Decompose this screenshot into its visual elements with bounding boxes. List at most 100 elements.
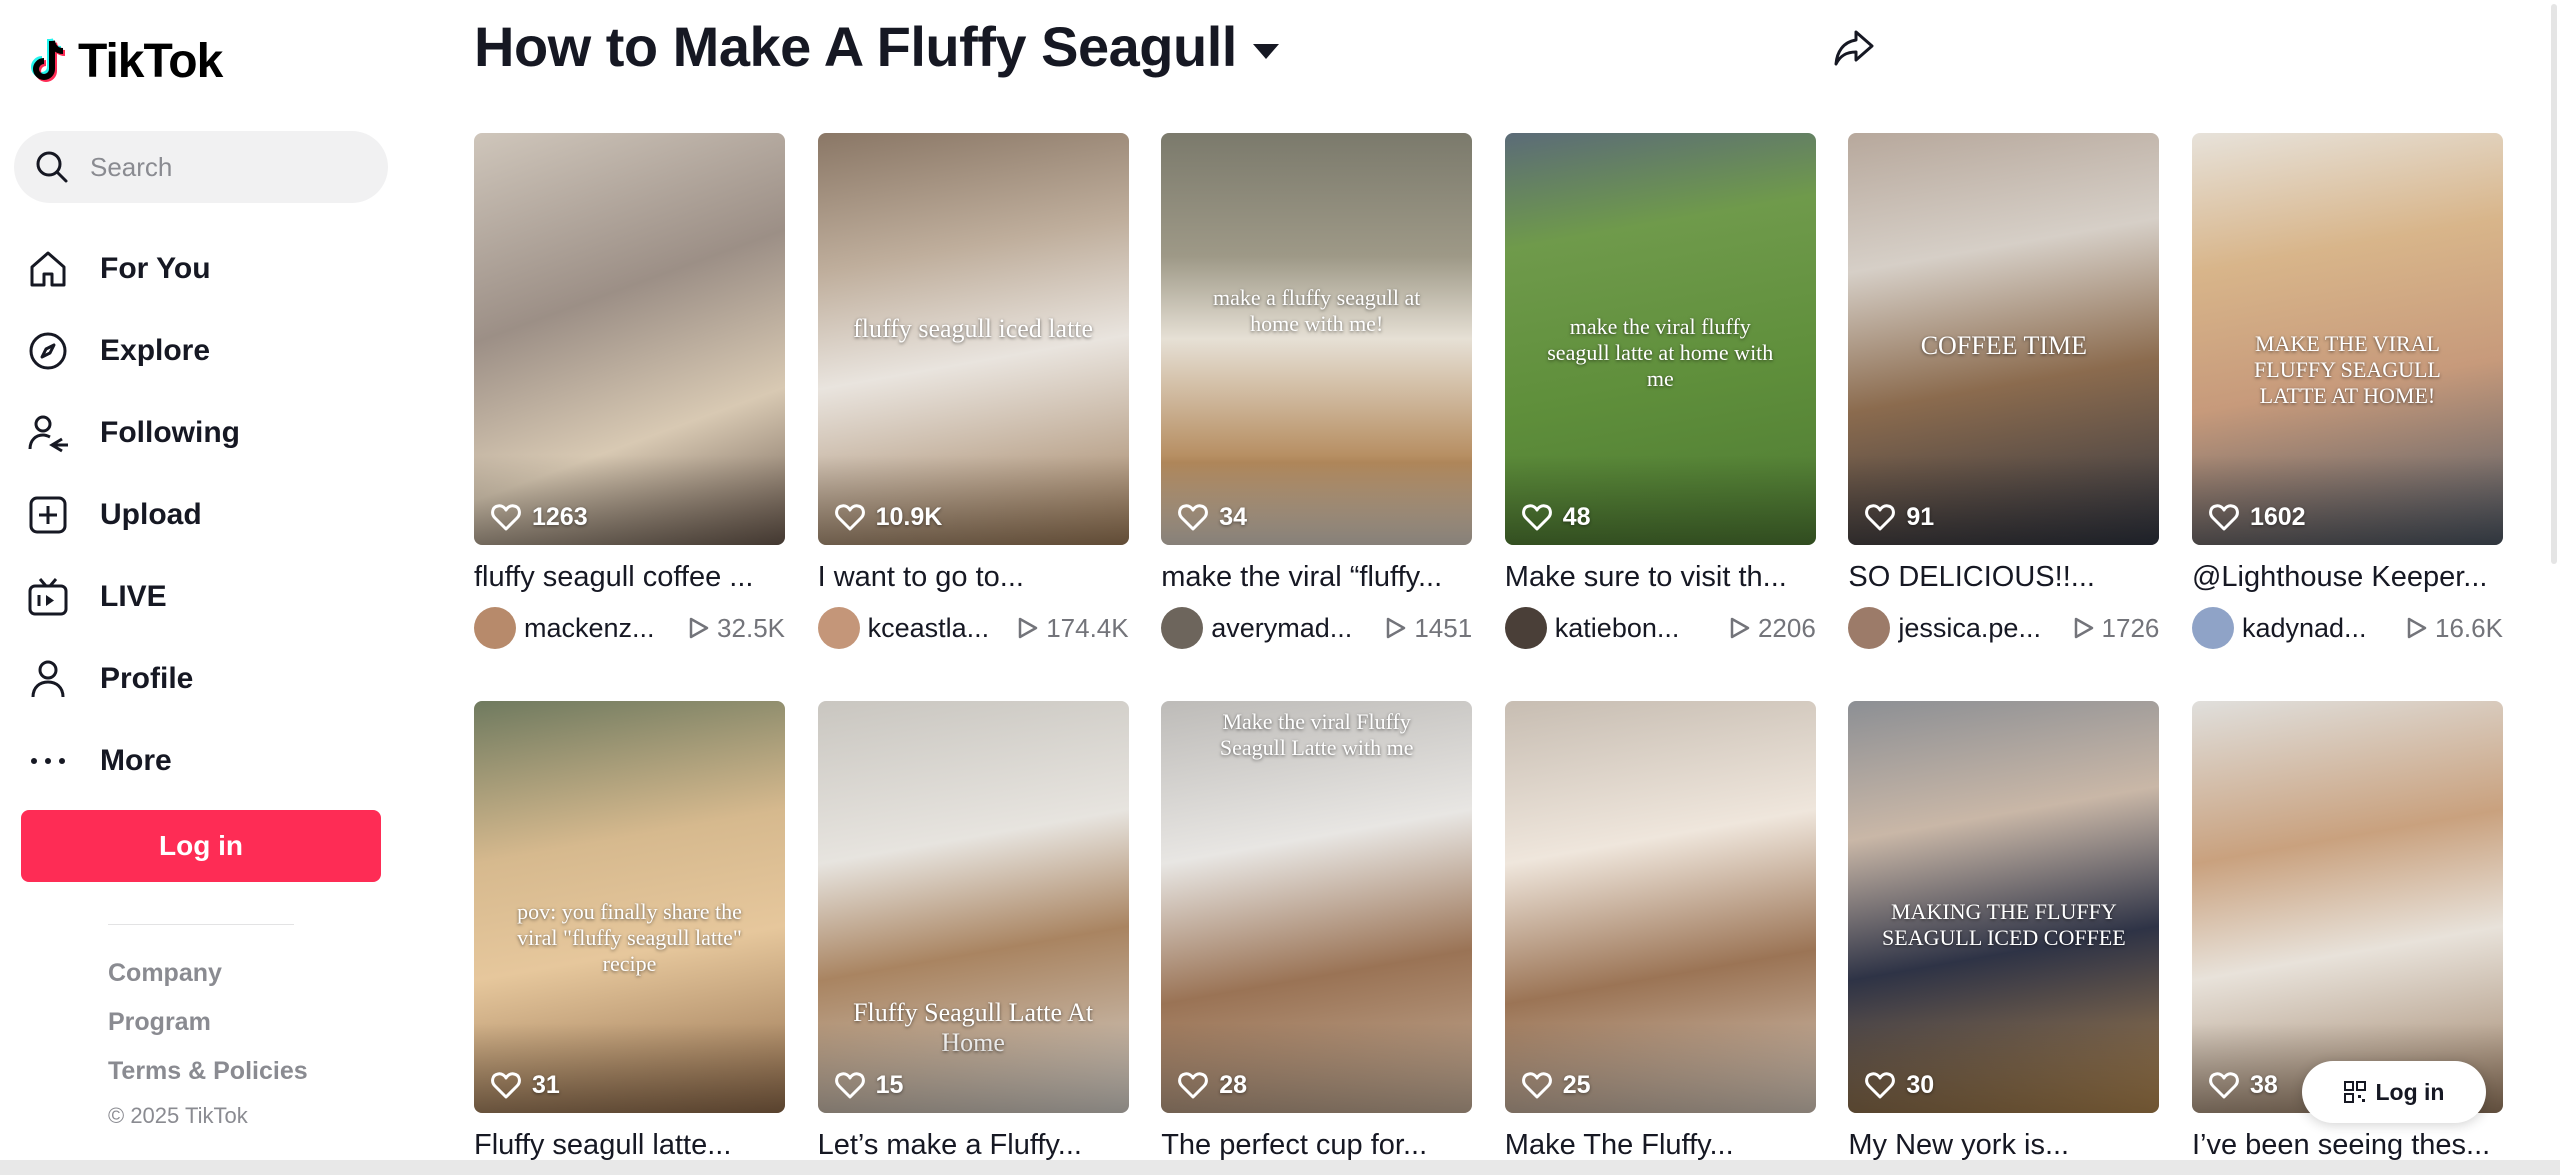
footer-link-company[interactable]: Company <box>108 954 308 1003</box>
video-thumbnail[interactable]: fluffy seagull iced latte 10.9K <box>817 133 1129 545</box>
video-title[interactable]: @Lighthouse Keeper... <box>2192 561 2503 594</box>
video-title[interactable]: Fluffy seagull latte... <box>474 1129 785 1162</box>
video-thumbnail[interactable]: pov: you finally share the viral "fluffy… <box>474 701 785 1113</box>
nav-item-live[interactable]: LIVE <box>26 556 386 638</box>
avatar[interactable] <box>1848 607 1891 649</box>
video-thumbnail[interactable]: 25 <box>1504 701 1816 1113</box>
video-title[interactable]: The perfect cup for... <box>1161 1129 1472 1162</box>
footer-link-program[interactable]: Program <box>108 1003 308 1052</box>
nav-item-profile[interactable]: Profile <box>26 638 386 720</box>
username[interactable]: kadynad... <box>2242 613 2392 644</box>
like-count-value: 48 <box>1562 502 1591 531</box>
heart-icon <box>1178 1072 1209 1099</box>
video-card[interactable]: Make the viral Fluffy Seagull Latte with… <box>1161 701 1473 1175</box>
video-thumbnail[interactable]: COFFEE TIME 91 <box>1848 133 2160 545</box>
video-card[interactable]: make a fluffy seagull at home with me! 3… <box>1161 133 1473 661</box>
video-card[interactable]: 25 Make The Fluffy... <box>1504 701 1816 1175</box>
like-count-value: 34 <box>1219 502 1247 531</box>
video-thumbnail[interactable]: 1263 <box>474 133 785 545</box>
avatar[interactable] <box>1504 607 1547 649</box>
video-title[interactable]: My New york is... <box>1848 1129 2159 1162</box>
video-thumbnail[interactable]: make a fluffy seagull at home with me! 3… <box>1161 133 1473 545</box>
video-thumbnail[interactable]: Make the viral Fluffy Seagull Latte with… <box>1161 701 1473 1113</box>
login-button[interactable]: Log in <box>21 810 381 882</box>
like-count: 38 <box>2208 1069 2278 1101</box>
nav-label: LIVE <box>100 580 167 613</box>
like-count: 1602 <box>2208 501 2306 533</box>
username[interactable]: mackenz... <box>524 613 674 644</box>
video-title[interactable]: Make sure to visit th... <box>1505 561 1816 594</box>
floating-login-label: Log in <box>2375 1078 2445 1105</box>
avatar[interactable] <box>2191 607 2234 649</box>
view-count-value: 1451 <box>1414 612 1473 643</box>
video-thumbnail[interactable]: 38 <box>2191 701 2503 1113</box>
video-thumbnail[interactable]: make the viral fluffy seagull latte at h… <box>1504 133 1816 545</box>
video-title[interactable]: I’ve been seeing thes... <box>2192 1129 2503 1162</box>
video-card[interactable]: fluffy seagull iced latte 10.9K I want t… <box>817 133 1129 661</box>
like-count: 15 <box>834 1069 903 1101</box>
view-count: 16.6K <box>2403 613 2503 644</box>
video-title[interactable]: Make The Fluffy... <box>1505 1129 1816 1162</box>
caret-down-icon[interactable] <box>1252 44 1279 59</box>
heart-icon <box>1178 504 1209 531</box>
video-card[interactable]: pov: you finally share the viral "fluffy… <box>474 701 785 1175</box>
nav-label: For You <box>100 252 211 285</box>
video-card[interactable]: MAKING THE FLUFFY SEAGULL ICED COFFEE 30… <box>1848 701 2160 1175</box>
compass-icon <box>26 329 70 373</box>
username[interactable]: averymad... <box>1211 613 1361 644</box>
floating-login-button[interactable]: Log in <box>2302 1061 2486 1123</box>
thumbnail-caption: MAKE THE VIRAL FLUFFY SEAGULL LATTE AT H… <box>2254 330 2441 408</box>
page-title: How to Make A Fluffy Seagull <box>474 15 1237 78</box>
video-title[interactable]: I want to go to... <box>818 561 1129 594</box>
play-icon <box>2407 617 2427 639</box>
horizontal-scrollbar[interactable] <box>0 1160 2560 1175</box>
like-count-value: 25 <box>1562 1070 1591 1099</box>
video-card[interactable]: 1263 fluffy seagull coffee ... mackenz..… <box>474 133 785 661</box>
view-count-value: 174.4K <box>1046 612 1129 643</box>
nav-item-explore[interactable]: Explore <box>26 310 386 392</box>
video-title[interactable]: Let’s make a Fluffy... <box>818 1129 1129 1162</box>
video-title[interactable]: SO DELICIOUS!!... <box>1848 561 2159 594</box>
video-card[interactable]: Fluffy Seagull Latte At Home 15 Let’s ma… <box>817 701 1129 1175</box>
view-count-value: 32.5K <box>717 612 785 643</box>
search-input[interactable] <box>90 151 350 183</box>
video-title[interactable]: make the viral “fluffy... <box>1161 561 1472 594</box>
avatar[interactable] <box>817 607 860 649</box>
heart-icon <box>1865 504 1896 531</box>
nav-item-for-you[interactable]: For You <box>26 228 386 310</box>
username[interactable]: kceastla... <box>868 613 1015 644</box>
heart-icon <box>1865 1072 1896 1099</box>
sidebar: TikTok For You Explore Following <box>0 0 400 1175</box>
tiktok-logo[interactable]: TikTok <box>26 34 223 89</box>
scrollbar-thumb[interactable] <box>2551 4 2557 564</box>
view-count: 1451 <box>1382 613 1472 644</box>
nav-item-more[interactable]: More <box>26 720 386 802</box>
video-card[interactable]: MAKE THE VIRAL FLUFFY SEAGULL LATTE AT H… <box>2191 133 2503 661</box>
nav-item-following[interactable]: Following <box>26 392 386 474</box>
following-icon <box>26 411 70 455</box>
search-bar[interactable] <box>14 131 388 203</box>
username[interactable]: jessica.pe... <box>1898 613 2048 644</box>
copyright: © 2025 TikTok <box>108 1103 248 1128</box>
home-icon <box>26 247 70 291</box>
view-count: 32.5K <box>685 613 785 644</box>
footer-link-terms[interactable]: Terms & Policies <box>108 1052 308 1101</box>
vertical-scrollbar[interactable] <box>2548 0 2560 590</box>
thumbnail-caption: pov: you finally share the viral "fluffy… <box>517 898 742 976</box>
username[interactable]: katiebon... <box>1555 613 1705 644</box>
video-thumbnail[interactable]: Fluffy Seagull Latte At Home 15 <box>817 701 1129 1113</box>
avatar[interactable] <box>474 607 516 649</box>
nav-label: Following <box>100 416 240 449</box>
video-card[interactable]: make the viral fluffy seagull latte at h… <box>1504 133 1816 661</box>
video-thumbnail[interactable]: MAKE THE VIRAL FLUFFY SEAGULL LATTE AT H… <box>2191 133 2503 545</box>
qr-code-icon <box>2343 1081 2366 1103</box>
video-card[interactable]: COFFEE TIME 91 SO DELICIOUS!!... jessica… <box>1848 133 2160 661</box>
video-thumbnail[interactable]: MAKING THE FLUFFY SEAGULL ICED COFFEE 30 <box>1848 701 2160 1113</box>
video-title[interactable]: fluffy seagull coffee ... <box>474 561 785 594</box>
thumbnail-caption: make the viral fluffy seagull latte at h… <box>1547 314 1774 392</box>
share-icon[interactable] <box>1832 26 1876 70</box>
avatar[interactable] <box>1161 607 1204 649</box>
like-count-value: 30 <box>1906 1070 1935 1099</box>
nav-item-upload[interactable]: Upload <box>26 474 386 556</box>
heart-icon <box>491 1072 521 1099</box>
